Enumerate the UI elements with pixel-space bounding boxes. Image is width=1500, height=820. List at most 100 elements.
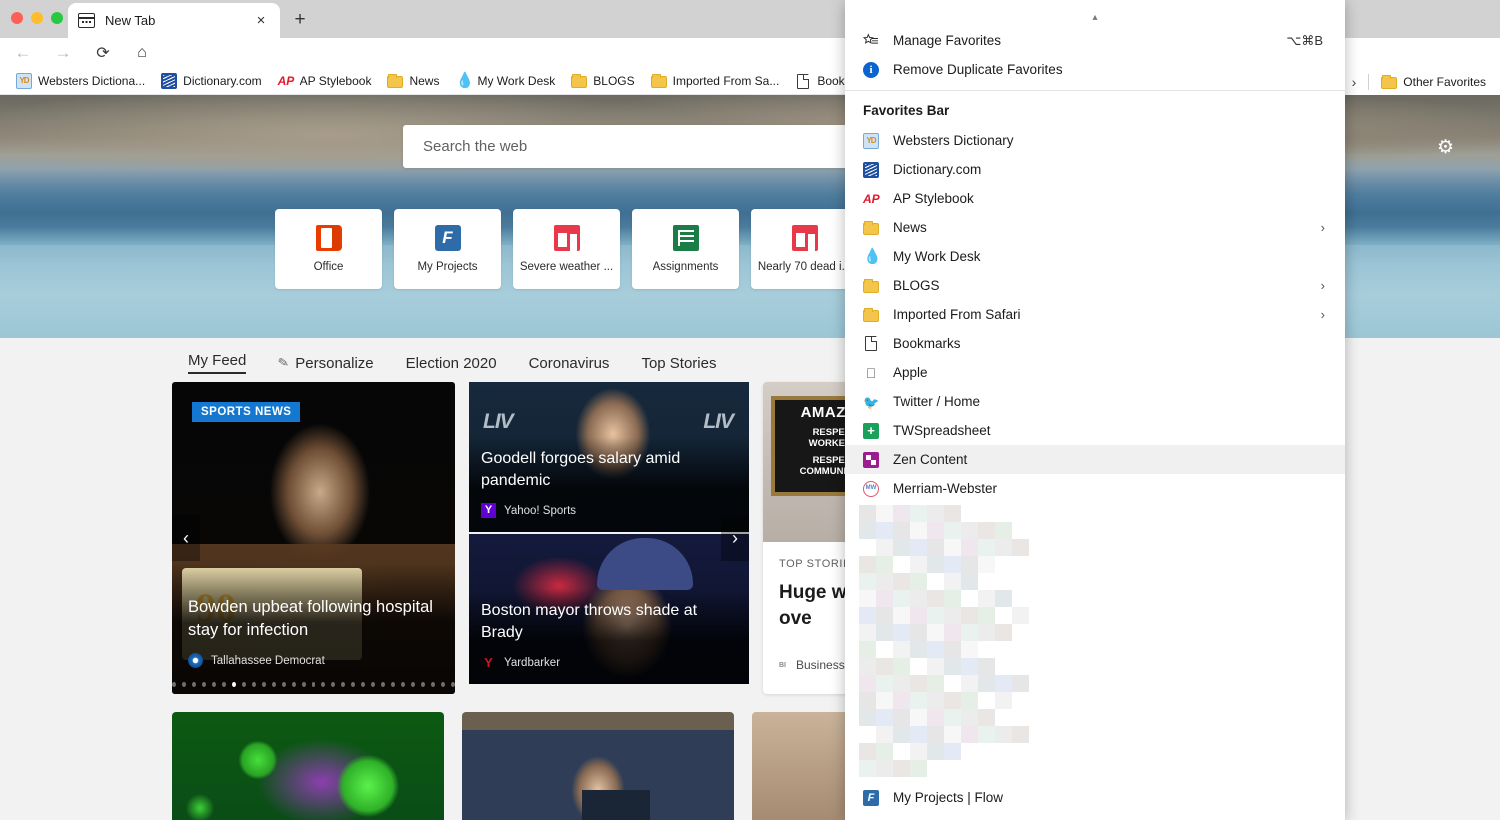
quick-link-severe-weather[interactable]: Severe weather ... xyxy=(513,209,620,289)
maximize-window-button[interactable] xyxy=(51,12,63,24)
minimize-window-button[interactable] xyxy=(31,12,43,24)
menu-item-dictionary-com[interactable]: Dictionary.com xyxy=(845,155,1345,184)
menu-item-merriam-webster[interactable]: MW Merriam-Webster xyxy=(845,474,1345,503)
favorite-blogs-folder[interactable]: BLOGS xyxy=(563,72,642,90)
carousel-next-button[interactable]: › xyxy=(721,515,749,561)
carousel-dot[interactable] xyxy=(421,682,426,687)
favorite-other-favorites[interactable]: Other Favorites xyxy=(1373,73,1494,91)
favorite-my-work-desk[interactable]: 💧 My Work Desk xyxy=(447,71,563,91)
favorite-dictionary-com[interactable]: Dictionary.com xyxy=(153,71,269,91)
browser-tab[interactable]: New Tab × xyxy=(68,3,280,38)
favorite-imported-from-safari[interactable]: Imported From Sa... xyxy=(643,72,788,90)
tab-top-stories[interactable]: Top Stories xyxy=(641,355,716,372)
favorites-bar-overflow: › Other Favorites xyxy=(1343,68,1500,95)
quick-link-nearly-70-dead[interactable]: Nearly 70 dead i... xyxy=(751,209,858,289)
carousel-dot[interactable] xyxy=(251,682,256,687)
tab-my-feed[interactable]: My Feed xyxy=(188,352,247,374)
carousel-prev-button[interactable]: ‹ xyxy=(172,515,200,561)
carousel-dot[interactable] xyxy=(331,682,336,687)
page-settings-gear-icon[interactable]: ⚙ xyxy=(1437,136,1454,159)
carousel-dot[interactable] xyxy=(221,682,226,687)
menu-item-twitter-home[interactable]: 🐦 Twitter / Home xyxy=(845,387,1345,416)
menu-item-zen-content[interactable]: Zen Content xyxy=(845,445,1345,474)
carousel-dot[interactable] xyxy=(281,682,286,687)
menu-item-remove-duplicate-favorites[interactable]: i Remove Duplicate Favorites xyxy=(845,55,1345,84)
menu-item-apple[interactable]:  Apple xyxy=(845,358,1345,387)
redacted-pixel-block xyxy=(944,556,961,573)
carousel-dot[interactable] xyxy=(381,682,386,687)
favorite-label: Other Favorites xyxy=(1403,74,1486,89)
redacted-pixel-block xyxy=(927,505,944,522)
menu-item-blogs-folder[interactable]: BLOGS › xyxy=(845,271,1345,300)
tab-label: Personalize xyxy=(295,354,374,372)
redacted-pixel-block xyxy=(944,675,961,692)
redacted-pixel-block xyxy=(944,607,961,624)
redacted-pixel-block xyxy=(961,539,978,556)
reload-icon[interactable]: ⟳ xyxy=(88,38,118,68)
carousel-dot[interactable] xyxy=(241,682,246,687)
feed-card-boston-mayor[interactable]: Boston mayor throws shade at Brady Y Yar… xyxy=(469,534,749,684)
menu-item-ap-stylebook[interactable]: AP AP Stylebook xyxy=(845,184,1345,213)
feed-card-coronavirus-image[interactable] xyxy=(172,712,444,820)
favorites-overflow-chevron-icon[interactable]: › xyxy=(1344,74,1365,90)
menu-item-my-projects-flow[interactable]: F My Projects | Flow xyxy=(845,783,1345,812)
tab-election-2020[interactable]: Election 2020 xyxy=(406,355,497,372)
home-icon[interactable]: ⌂ xyxy=(127,38,157,68)
close-tab-button[interactable]: × xyxy=(252,13,270,28)
tab-personalize[interactable]: ✎ Personalize xyxy=(277,354,374,372)
quick-link-assignments[interactable]: Assignments xyxy=(632,209,739,289)
menu-item-manage-favorites[interactable]: Manage Favorites ⌥⌘B xyxy=(845,26,1345,55)
feed-card-goodell[interactable]: LIV LIV Goodell forgoes salary amid pand… xyxy=(469,382,749,532)
close-window-button[interactable] xyxy=(11,12,23,24)
carousel-dot[interactable] xyxy=(431,682,436,687)
carousel-dot[interactable] xyxy=(301,682,306,687)
carousel-dot[interactable] xyxy=(311,682,316,687)
carousel-dot[interactable] xyxy=(271,682,276,687)
carousel-dot[interactable] xyxy=(351,682,356,687)
tab-coronavirus[interactable]: Coronavirus xyxy=(529,355,610,372)
new-tab-button[interactable]: + xyxy=(288,9,312,33)
carousel-dot[interactable] xyxy=(321,682,326,687)
carousel-dot[interactable] xyxy=(201,682,206,687)
menu-item-twspreadsheet[interactable]: + TWSpreadsheet xyxy=(845,416,1345,445)
forward-icon[interactable]: → xyxy=(48,38,78,68)
carousel-dot[interactable] xyxy=(191,682,196,687)
feed-card-politician-image[interactable] xyxy=(462,712,734,820)
redacted-pixel-block xyxy=(978,709,995,726)
favorite-ap-stylebook[interactable]: AP AP Stylebook xyxy=(270,71,380,91)
carousel-dot[interactable] xyxy=(291,682,296,687)
quick-link-my-projects[interactable]: F My Projects xyxy=(394,209,501,289)
back-icon[interactable]: ← xyxy=(8,38,38,68)
carousel-dot[interactable] xyxy=(441,682,446,687)
carousel-pagination[interactable] xyxy=(172,682,455,687)
redacted-pixel-block xyxy=(893,522,910,539)
favorite-websters-dictionary[interactable]: YD Websters Dictiona... xyxy=(8,71,153,91)
carousel-card[interactable]: SPORTS NEWS Bowden upbeat following hosp… xyxy=(172,382,455,694)
yahoo-logo-icon: Y xyxy=(481,503,496,518)
menu-item-news-folder[interactable]: News › xyxy=(845,213,1345,242)
carousel-dot[interactable] xyxy=(231,682,236,687)
quick-link-label: Severe weather ... xyxy=(519,261,614,273)
carousel-dot[interactable] xyxy=(181,682,186,687)
carousel-dot[interactable] xyxy=(172,682,176,687)
carousel-dot[interactable] xyxy=(401,682,406,687)
carousel-dot[interactable] xyxy=(371,682,376,687)
carousel-dot[interactable] xyxy=(451,682,455,687)
dropdown-drag-handle[interactable]: ▴ xyxy=(845,0,1345,23)
menu-item-my-work-desk[interactable]: 💧 My Work Desk xyxy=(845,242,1345,271)
menu-item-imported-from-safari[interactable]: Imported From Safari › xyxy=(845,300,1345,329)
favorite-news-folder[interactable]: News xyxy=(379,72,447,90)
redacted-pixel-block xyxy=(910,539,927,556)
carousel-dot[interactable] xyxy=(341,682,346,687)
carousel-dot[interactable] xyxy=(361,682,366,687)
folder-icon xyxy=(650,74,667,88)
redacted-pixel-block xyxy=(961,658,978,675)
carousel-dot[interactable] xyxy=(211,682,216,687)
menu-item-websters-dictionary[interactable]: YD Websters Dictionary xyxy=(845,126,1345,155)
menu-item-label: Dictionary.com xyxy=(893,162,982,177)
carousel-dot[interactable] xyxy=(391,682,396,687)
carousel-dot[interactable] xyxy=(261,682,266,687)
quick-link-office[interactable]: Office xyxy=(275,209,382,289)
menu-item-bookmarks[interactable]: Bookmarks xyxy=(845,329,1345,358)
carousel-dot[interactable] xyxy=(411,682,416,687)
